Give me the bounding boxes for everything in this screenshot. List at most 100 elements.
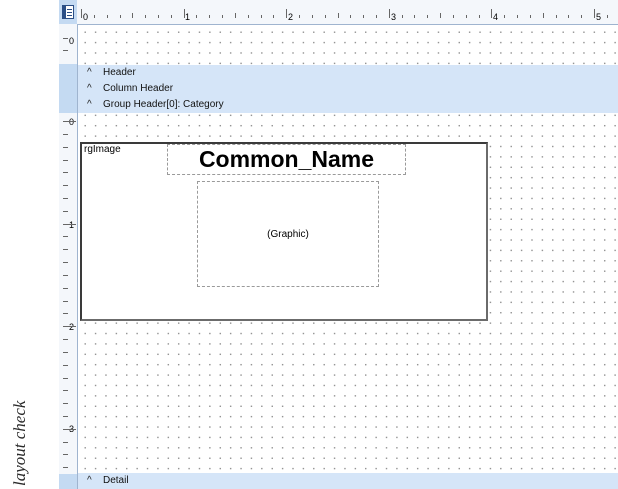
h-ruler-tick [170,15,172,18]
horizontal-ruler: 0 1 2 3 4 5 [77,0,618,25]
v-ruler-tick [63,364,68,366]
v-ruler-tick [63,300,68,302]
caret-up-icon[interactable]: ^ [87,475,92,486]
h-ruler-tick [440,13,442,18]
h-ruler-tick [504,15,506,18]
vertical-ruler: 0 0 1 2 3 [59,24,78,489]
h-ruler-tick [299,15,300,18]
h-ruler-tick [234,13,236,18]
h-ruler-tick [132,13,134,18]
v-ruler-tick [63,50,68,51]
h-ruler-tick [81,9,82,18]
h-ruler-tick [337,13,339,18]
v-ruler-tick [63,454,68,456]
v-ruler-tick [63,223,76,225]
v-ruler-tick [63,159,68,161]
h-ruler-tick [286,9,288,18]
v-ruler-tick [63,197,68,199]
band-header[interactable]: ^ Header [78,65,618,81]
v-ruler-tick [63,416,68,417]
h-ruler-tick [157,15,159,18]
h-ruler-tick [247,15,249,18]
h-ruler-tick [478,15,480,18]
h-ruler-tick [222,15,224,18]
common-name-field[interactable]: Common_Name [167,144,406,175]
h-ruler-label: 2 [288,12,294,22]
v-ruler-tick [63,377,68,379]
v-ruler-tick [63,236,68,238]
h-ruler-tick [388,9,390,18]
v-ruler-tick [63,467,68,469]
v-ruler-tick [63,133,68,135]
h-ruler-tick [465,15,467,18]
v-ruler-label: 0 [69,36,75,46]
caret-up-icon[interactable]: ^ [87,83,92,94]
graphic-placeholder[interactable]: (Graphic) [197,181,379,287]
h-ruler-tick [196,15,198,18]
v-ruler-tick [63,428,76,430]
band-group-header[interactable]: ^ Group Header[0]: Category [78,97,618,113]
v-ruler-tick [63,146,68,148]
band-group-header-label: Group Header[0]: Category [103,99,224,110]
v-ruler-label: 0 [69,117,75,127]
v-ruler-tick [63,390,68,392]
h-ruler-tick [594,9,595,18]
side-caption-text: layout check [10,400,29,486]
v-ruler-tick [63,441,68,443]
h-ruler-tick [542,13,544,18]
h-ruler-tick [452,15,454,18]
v-ruler-tick [63,38,68,39]
h-ruler-tick [363,15,365,18]
band-column-header-label: Column Header [103,83,174,94]
h-ruler-tick [606,15,608,18]
v-ruler-band-marker [59,474,77,489]
h-ruler-tick [517,15,518,18]
report-layout-icon [62,5,74,19]
h-ruler-tick [273,15,275,18]
h-ruler-tick [491,9,493,18]
band-column-header[interactable]: ^ Column Header [78,81,618,97]
h-ruler-tick [414,15,416,18]
h-ruler-label: 5 [596,12,602,22]
side-caption: layout check [10,336,29,486]
image-field-label[interactable]: rgImage [84,144,121,155]
graphic-placeholder-label: (Graphic) [267,229,309,240]
band-detail[interactable]: ^ Detail [78,473,618,489]
h-ruler-tick [324,15,326,18]
v-ruler-tick [63,339,68,340]
h-ruler-tick [145,15,147,18]
h-ruler-tick [106,15,108,18]
v-ruler-tick [63,121,76,122]
report-designer: 0 1 2 3 4 5 0 0 1 2 3 ^ Header ^ Column … [59,0,618,489]
v-ruler-tick [63,172,68,174]
v-ruler-tick [63,351,68,353]
caret-up-icon[interactable]: ^ [87,99,92,110]
h-ruler-tick [376,15,377,18]
h-ruler-tick [311,15,313,18]
band-header-label: Header [103,67,136,78]
h-ruler-tick [581,15,583,18]
h-ruler-tick [555,15,557,18]
h-ruler-tick [183,9,185,18]
v-ruler-tick [63,313,68,315]
report-layout-button[interactable] [59,0,77,24]
detail-rectangle[interactable]: rgImage Common_Name (Graphic) [80,142,488,321]
v-ruler-tick [63,249,68,251]
h-ruler-tick [119,15,121,18]
h-ruler-tick [529,15,531,18]
h-ruler-tick [209,15,211,18]
v-ruler-tick [63,210,68,212]
v-ruler-tick [63,274,68,276]
h-ruler-tick [427,15,429,18]
v-ruler-band-marker [59,64,77,113]
v-ruler-tick [63,185,68,187]
caret-up-icon[interactable]: ^ [87,67,92,78]
h-ruler-tick [568,15,570,18]
v-ruler-label: 1 [69,220,75,230]
report-designer-screenshot: layout check 0 1 2 3 4 5 0 0 1 2 3 ^ Hea… [0,0,618,489]
band-detail-label: Detail [103,475,129,486]
design-canvas[interactable]: ^ Header ^ Column Header ^ Group Header[… [78,25,618,489]
h-ruler-tick [401,15,403,18]
h-ruler-label: 1 [185,12,191,22]
v-ruler-tick [63,326,76,328]
